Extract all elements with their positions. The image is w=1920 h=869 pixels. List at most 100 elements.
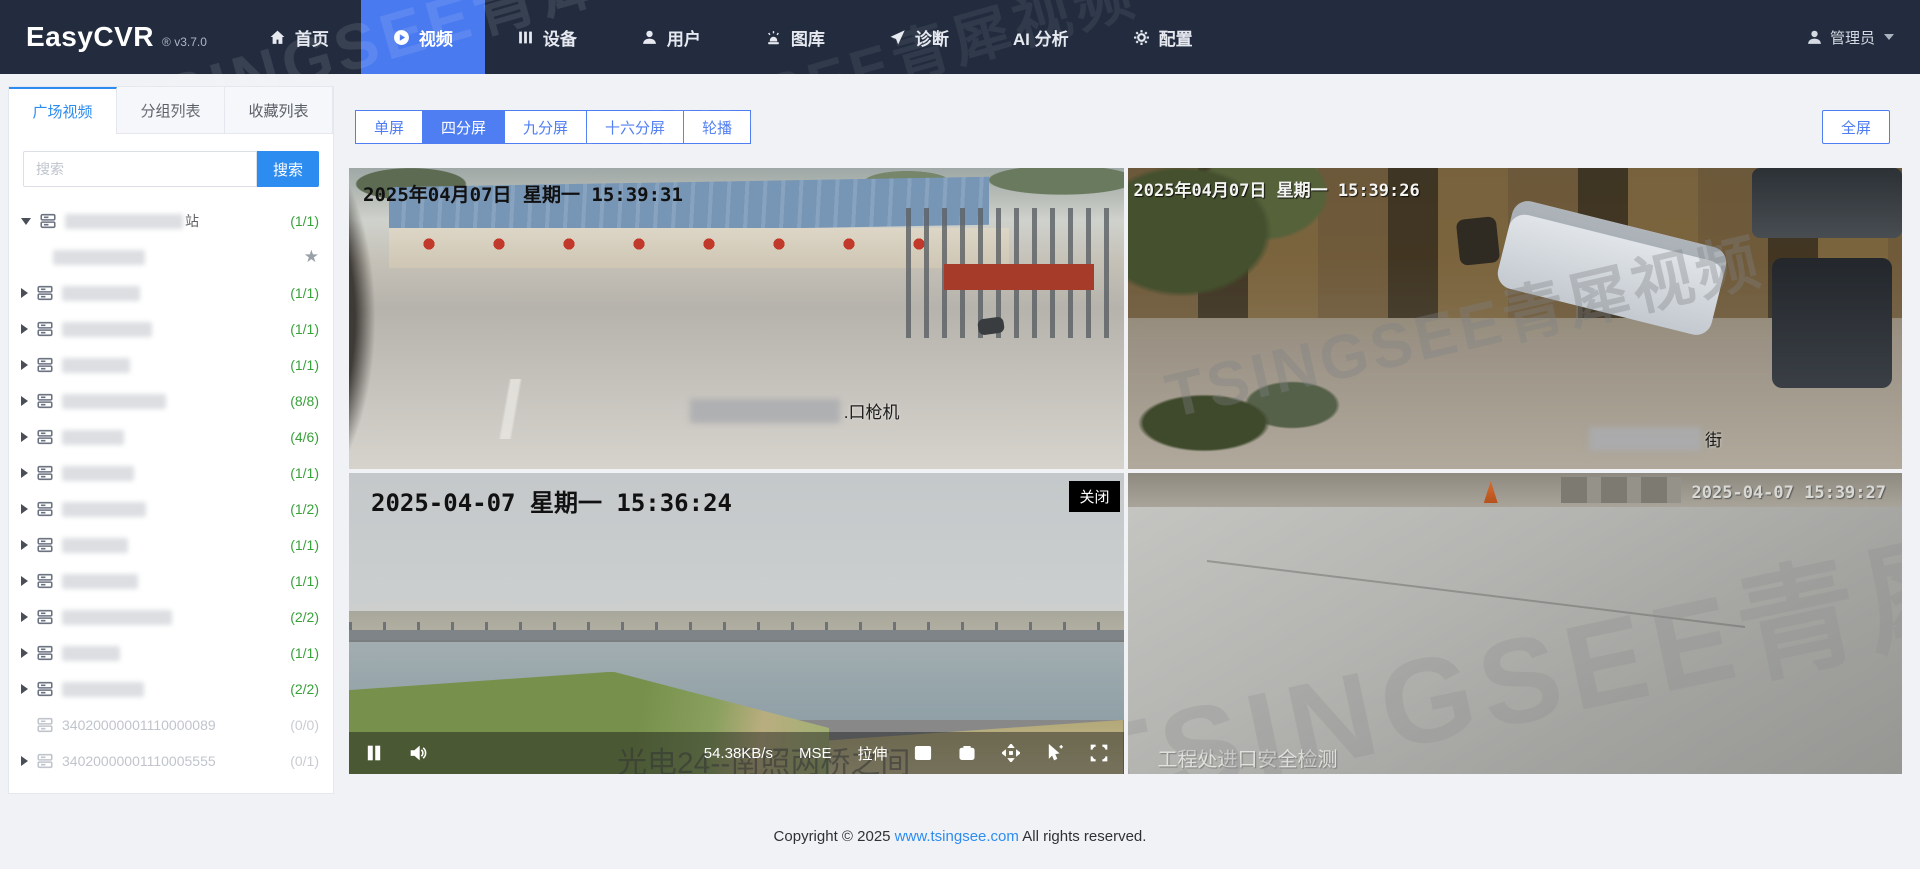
- tree-item-channel[interactable]: ★: [9, 239, 333, 275]
- nav-item-user[interactable]: 用户: [609, 0, 733, 74]
- channel-sidebar: 广场视频 分组列表 收藏列表 搜索 站 (1/1) ★ (1/1) (1: [8, 86, 334, 794]
- user-menu[interactable]: 管理员: [1806, 27, 1894, 48]
- close-stream-button[interactable]: 关闭: [1069, 481, 1119, 512]
- fullscreen-button[interactable]: 全屏: [1822, 110, 1890, 144]
- caret-right-icon[interactable]: [21, 612, 28, 622]
- tree-item[interactable]: (2/2): [9, 671, 333, 707]
- volume-button[interactable]: [409, 744, 427, 762]
- caret-right-icon[interactable]: [21, 468, 28, 478]
- user-icon: [641, 29, 658, 46]
- server-icon: [36, 644, 54, 662]
- caret-right-icon[interactable]: [21, 504, 28, 514]
- video-pane-bottom-left[interactable]: 2025-04-07 星期一 15:36:24 关闭 光电24--南照两桥之间 …: [349, 473, 1124, 774]
- video-pane-bottom-right[interactable]: 2025-04-07 15:39:27 工程处进口安全检测 TSINGSEE青犀…: [1128, 473, 1903, 774]
- diagnosis-icon: [889, 29, 906, 46]
- server-icon: [36, 500, 54, 518]
- nav-item-home[interactable]: 首页: [237, 0, 361, 74]
- tree-item[interactable]: (1/1): [9, 527, 333, 563]
- nav-item-device[interactable]: 设备: [485, 0, 609, 74]
- tree-item[interactable]: 34020000001110005555 (0/1): [9, 743, 333, 779]
- tab-group-list[interactable]: 分组列表: [117, 87, 225, 133]
- search-button[interactable]: 搜索: [257, 151, 319, 187]
- tab-square-video[interactable]: 广场视频: [9, 87, 117, 134]
- pane-fullscreen-icon[interactable]: [1090, 744, 1108, 762]
- sixteen-split-button[interactable]: 十六分屏: [586, 110, 683, 144]
- screen-split-group: 单屏 四分屏 九分屏 十六分屏 轮播: [355, 110, 751, 144]
- username: 管理员: [1830, 27, 1875, 48]
- server-icon: [36, 752, 54, 770]
- nav-item-config[interactable]: 配置: [1101, 0, 1225, 74]
- avatar-icon: [1806, 29, 1823, 46]
- app-version: ® v3.7.0: [162, 35, 207, 49]
- video-pane-top-right[interactable]: 2025年04月07日 星期一 15:39:26 街 TSINGSEE青犀视频: [1128, 168, 1903, 469]
- tree-item[interactable]: (4/6): [9, 419, 333, 455]
- tree-item[interactable]: (1/1): [9, 635, 333, 671]
- tree-item[interactable]: 34020000001110000089 (0/0): [9, 707, 333, 743]
- single-screen-button[interactable]: 单屏: [355, 110, 422, 144]
- nav-item-diagnosis[interactable]: 诊断: [857, 0, 981, 74]
- caret-right-icon[interactable]: [21, 576, 28, 586]
- server-icon: [36, 428, 54, 446]
- stretch-button[interactable]: 拉伸: [857, 743, 887, 764]
- protocol-label[interactable]: MSE: [799, 745, 832, 762]
- four-split-button[interactable]: 四分屏: [422, 110, 504, 144]
- server-icon: [39, 212, 57, 230]
- nine-split-button[interactable]: 九分屏: [504, 110, 586, 144]
- tree-item[interactable]: (1/1): [9, 347, 333, 383]
- caret-right-icon[interactable]: [21, 360, 28, 370]
- tree-item[interactable]: (1/2): [9, 491, 333, 527]
- snapshot-icon[interactable]: [914, 744, 932, 762]
- scene-banner: [944, 264, 1094, 290]
- scene-dark-suv: [1752, 168, 1902, 238]
- tree-item[interactable]: (2/2): [9, 599, 333, 635]
- scene-dark-car: [1772, 258, 1892, 388]
- scene-lanterns: [409, 234, 969, 256]
- pointer-select-icon[interactable]: [1046, 744, 1064, 762]
- tree-item[interactable]: 站 (1/1): [9, 203, 333, 239]
- ptz-move-icon[interactable]: [1002, 744, 1020, 762]
- tree-item[interactable]: (1/1): [9, 275, 333, 311]
- carousel-button[interactable]: 轮播: [683, 110, 751, 144]
- scene-moped: [1455, 216, 1500, 266]
- player-controls: 54.38KB/s MSE 拉伸: [349, 732, 1124, 774]
- video-pane-top-left[interactable]: 2025年04月07日 星期一 15:39:31 .口枪机: [349, 168, 1124, 469]
- nav-item-video[interactable]: 视频: [361, 0, 485, 74]
- layout-toolbar: 单屏 四分屏 九分屏 十六分屏 轮播 全屏: [355, 110, 1905, 144]
- nav-item-ai-analysis[interactable]: AI 分析: [981, 0, 1101, 74]
- caret-right-icon[interactable]: [21, 648, 28, 658]
- caret-right-icon[interactable]: [21, 324, 28, 334]
- search-input[interactable]: [23, 151, 257, 187]
- tree-item[interactable]: (1/1): [9, 563, 333, 599]
- caret-right-icon[interactable]: [21, 396, 28, 406]
- blurred-label: [62, 502, 146, 517]
- nav-item-gallery[interactable]: 图库: [733, 0, 857, 74]
- scene-road-lines: [379, 379, 639, 439]
- tree-item[interactable]: (8/8): [9, 383, 333, 419]
- channel-count: (1/1): [290, 537, 319, 553]
- tree-item[interactable]: (1/1): [9, 311, 333, 347]
- scene-far-shore: [349, 611, 1124, 638]
- channel-count: (1/1): [290, 573, 319, 589]
- caret-right-icon[interactable]: [21, 432, 28, 442]
- caret-right-icon[interactable]: [21, 540, 28, 550]
- copyright-prefix: Copyright © 2025: [774, 828, 891, 845]
- copyright-suffix: All rights reserved.: [1022, 828, 1146, 845]
- caret-down-icon[interactable]: [21, 218, 31, 225]
- record-icon[interactable]: [958, 744, 976, 762]
- pause-button[interactable]: [365, 744, 383, 762]
- tab-favorites-list[interactable]: 收藏列表: [225, 87, 333, 133]
- device-id: 34020000001110000089: [62, 717, 216, 733]
- tsingsee-link[interactable]: www.tsingsee.com: [895, 828, 1019, 845]
- blurred-label: [1589, 427, 1701, 451]
- favorite-star-icon[interactable]: ★: [304, 247, 319, 267]
- caret-right-icon[interactable]: [21, 288, 28, 298]
- blurred-label: [62, 394, 166, 409]
- caret-right-icon[interactable]: [21, 756, 28, 766]
- bitrate-label: 54.38KB/s: [704, 745, 773, 762]
- blurred-label: [62, 358, 130, 373]
- scene-gate: [906, 208, 1116, 338]
- server-icon: [36, 320, 54, 338]
- device-tree: 站 (1/1) ★ (1/1) (1/1) (1/1): [9, 197, 333, 779]
- tree-item[interactable]: (1/1): [9, 455, 333, 491]
- caret-right-icon[interactable]: [21, 684, 28, 694]
